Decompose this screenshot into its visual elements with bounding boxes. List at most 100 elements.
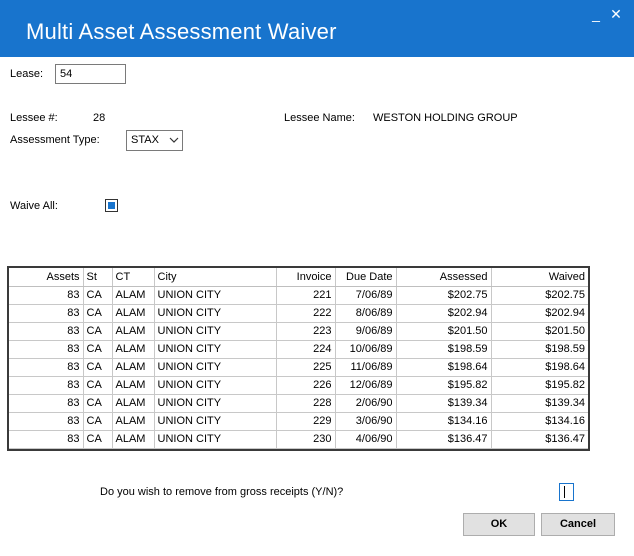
gross-receipts-answer-input[interactable] bbox=[559, 483, 574, 501]
assessed-cell: $136.47 bbox=[396, 430, 492, 449]
due-date-cell: 4/06/90 bbox=[335, 430, 397, 449]
column-header-assets[interactable]: Assets bbox=[9, 268, 84, 287]
lessee-number-value: 28 bbox=[93, 112, 106, 124]
city-cell: UNION CITY bbox=[154, 286, 277, 305]
close-button[interactable]: ✕ bbox=[606, 6, 626, 24]
assessed-cell: $134.16 bbox=[396, 412, 492, 431]
table-header-row: Assets St CT City Invoice Due Date Asses… bbox=[9, 268, 588, 287]
column-header-ct[interactable]: CT bbox=[112, 268, 155, 287]
ct-cell: ALAM bbox=[112, 394, 155, 413]
waived-cell: $136.47 bbox=[491, 430, 588, 449]
column-header-due-date[interactable]: Due Date bbox=[335, 268, 397, 287]
assessed-cell: $202.94 bbox=[396, 304, 492, 323]
city-cell: UNION CITY bbox=[154, 340, 277, 359]
lessee-number-label: Lessee #: bbox=[10, 112, 58, 124]
ct-cell: ALAM bbox=[112, 322, 155, 341]
column-header-waived[interactable]: Waived bbox=[491, 268, 588, 287]
invoice-cell: 225 bbox=[276, 358, 336, 377]
due-date-cell: 2/06/90 bbox=[335, 394, 397, 413]
state-cell: CA bbox=[83, 358, 113, 377]
assets-cell: 83 bbox=[9, 430, 84, 449]
state-cell: CA bbox=[83, 322, 113, 341]
column-header-assessed[interactable]: Assessed bbox=[396, 268, 492, 287]
invoice-cell: 229 bbox=[276, 412, 336, 431]
invoice-cell: 224 bbox=[276, 340, 336, 359]
state-cell: CA bbox=[83, 286, 113, 305]
assessed-cell: $198.64 bbox=[396, 358, 492, 377]
city-cell: UNION CITY bbox=[154, 376, 277, 395]
assets-cell: 83 bbox=[9, 376, 84, 395]
lessee-name-value: WESTON HOLDING GROUP bbox=[373, 112, 518, 124]
waive-all-label: Waive All: bbox=[10, 200, 58, 212]
table-body: 83 CA ALAM UNION CITY 221 7/06/89 $202.75 $202.… bbox=[9, 286, 588, 449]
ct-cell: ALAM bbox=[112, 358, 155, 377]
table-row[interactable]: 83 CA ALAM UNION CITY 221 7/06/89 $202.75 $202.… bbox=[9, 286, 588, 305]
table-row[interactable]: 83 CA ALAM UNION CITY 222 8/06/89 $202.94 $202.… bbox=[9, 304, 588, 323]
assets-cell: 83 bbox=[9, 322, 84, 341]
table-row[interactable]: 83 CA ALAM UNION CITY 230 4/06/90 $136.47 $136.… bbox=[9, 430, 588, 449]
chevron-down-icon bbox=[169, 134, 179, 146]
table-row[interactable]: 83 CA ALAM UNION CITY 225 11/06/89 $198.64 $198… bbox=[9, 358, 588, 377]
minimize-button[interactable]: _ bbox=[586, 6, 606, 24]
column-header-state[interactable]: St bbox=[83, 268, 113, 287]
assessed-cell: $201.50 bbox=[396, 322, 492, 341]
ok-button[interactable]: OK bbox=[463, 513, 535, 536]
assessment-type-select[interactable]: STAX bbox=[126, 130, 183, 151]
state-cell: CA bbox=[83, 430, 113, 449]
table-row[interactable]: 83 CA ALAM UNION CITY 223 9/06/89 $201.50 $201.… bbox=[9, 322, 588, 341]
waived-cell: $201.50 bbox=[491, 322, 588, 341]
city-cell: UNION CITY bbox=[154, 322, 277, 341]
assessment-grid: Assets St CT City Invoice Due Date Asses… bbox=[7, 266, 590, 451]
assets-cell: 83 bbox=[9, 304, 84, 323]
city-cell: UNION CITY bbox=[154, 394, 277, 413]
waived-cell: $198.59 bbox=[491, 340, 588, 359]
invoice-cell: 221 bbox=[276, 286, 336, 305]
window-title: Multi Asset Assessment Waiver bbox=[26, 19, 337, 44]
lease-label: Lease: bbox=[10, 68, 44, 80]
assessment-table: Assets St CT City Invoice Due Date Asses… bbox=[9, 268, 588, 449]
ct-cell: ALAM bbox=[112, 412, 155, 431]
waived-cell: $202.94 bbox=[491, 304, 588, 323]
state-cell: CA bbox=[83, 394, 113, 413]
ct-cell: ALAM bbox=[112, 304, 155, 323]
dialog-content: Lease: 54 Lessee #: 28 Lessee Name: WEST… bbox=[0, 57, 634, 556]
due-date-cell: 10/06/89 bbox=[335, 340, 397, 359]
text-caret bbox=[564, 486, 565, 498]
due-date-cell: 9/06/89 bbox=[335, 322, 397, 341]
waive-all-checkbox[interactable] bbox=[105, 199, 118, 212]
invoice-cell: 226 bbox=[276, 376, 336, 395]
assets-cell: 83 bbox=[9, 412, 84, 431]
cancel-button[interactable]: Cancel bbox=[541, 513, 615, 536]
invoice-cell: 223 bbox=[276, 322, 336, 341]
column-header-city[interactable]: City bbox=[154, 268, 277, 287]
state-cell: CA bbox=[83, 340, 113, 359]
city-cell: UNION CITY bbox=[154, 412, 277, 431]
city-cell: UNION CITY bbox=[154, 430, 277, 449]
table-row[interactable]: 83 CA ALAM UNION CITY 226 12/06/89 $195.82 $195… bbox=[9, 376, 588, 395]
waived-cell: $195.82 bbox=[491, 376, 588, 395]
invoice-cell: 228 bbox=[276, 394, 336, 413]
invoice-cell: 222 bbox=[276, 304, 336, 323]
assessment-type-label: Assessment Type: bbox=[10, 134, 100, 146]
due-date-cell: 12/06/89 bbox=[335, 376, 397, 395]
table-row[interactable]: 83 CA ALAM UNION CITY 228 2/06/90 $139.34 $139.… bbox=[9, 394, 588, 413]
lease-input[interactable]: 54 bbox=[55, 64, 126, 84]
due-date-cell: 11/06/89 bbox=[335, 358, 397, 377]
lessee-name-label: Lessee Name: bbox=[284, 112, 355, 124]
assessed-cell: $139.34 bbox=[396, 394, 492, 413]
due-date-cell: 3/06/90 bbox=[335, 412, 397, 431]
state-cell: CA bbox=[83, 412, 113, 431]
column-header-invoice[interactable]: Invoice bbox=[276, 268, 336, 287]
gross-receipts-prompt: Do you wish to remove from gross receipt… bbox=[100, 486, 344, 498]
waived-cell: $198.64 bbox=[491, 358, 588, 377]
table-row[interactable]: 83 CA ALAM UNION CITY 229 3/06/90 $134.16 $134.… bbox=[9, 412, 588, 431]
ct-cell: ALAM bbox=[112, 340, 155, 359]
assessed-cell: $195.82 bbox=[396, 376, 492, 395]
assessment-type-value: STAX bbox=[131, 134, 159, 146]
checkbox-checked-indicator bbox=[108, 202, 115, 209]
waived-cell: $134.16 bbox=[491, 412, 588, 431]
due-date-cell: 7/06/89 bbox=[335, 286, 397, 305]
ct-cell: ALAM bbox=[112, 286, 155, 305]
table-row[interactable]: 83 CA ALAM UNION CITY 224 10/06/89 $198.59 $198… bbox=[9, 340, 588, 359]
due-date-cell: 8/06/89 bbox=[335, 304, 397, 323]
